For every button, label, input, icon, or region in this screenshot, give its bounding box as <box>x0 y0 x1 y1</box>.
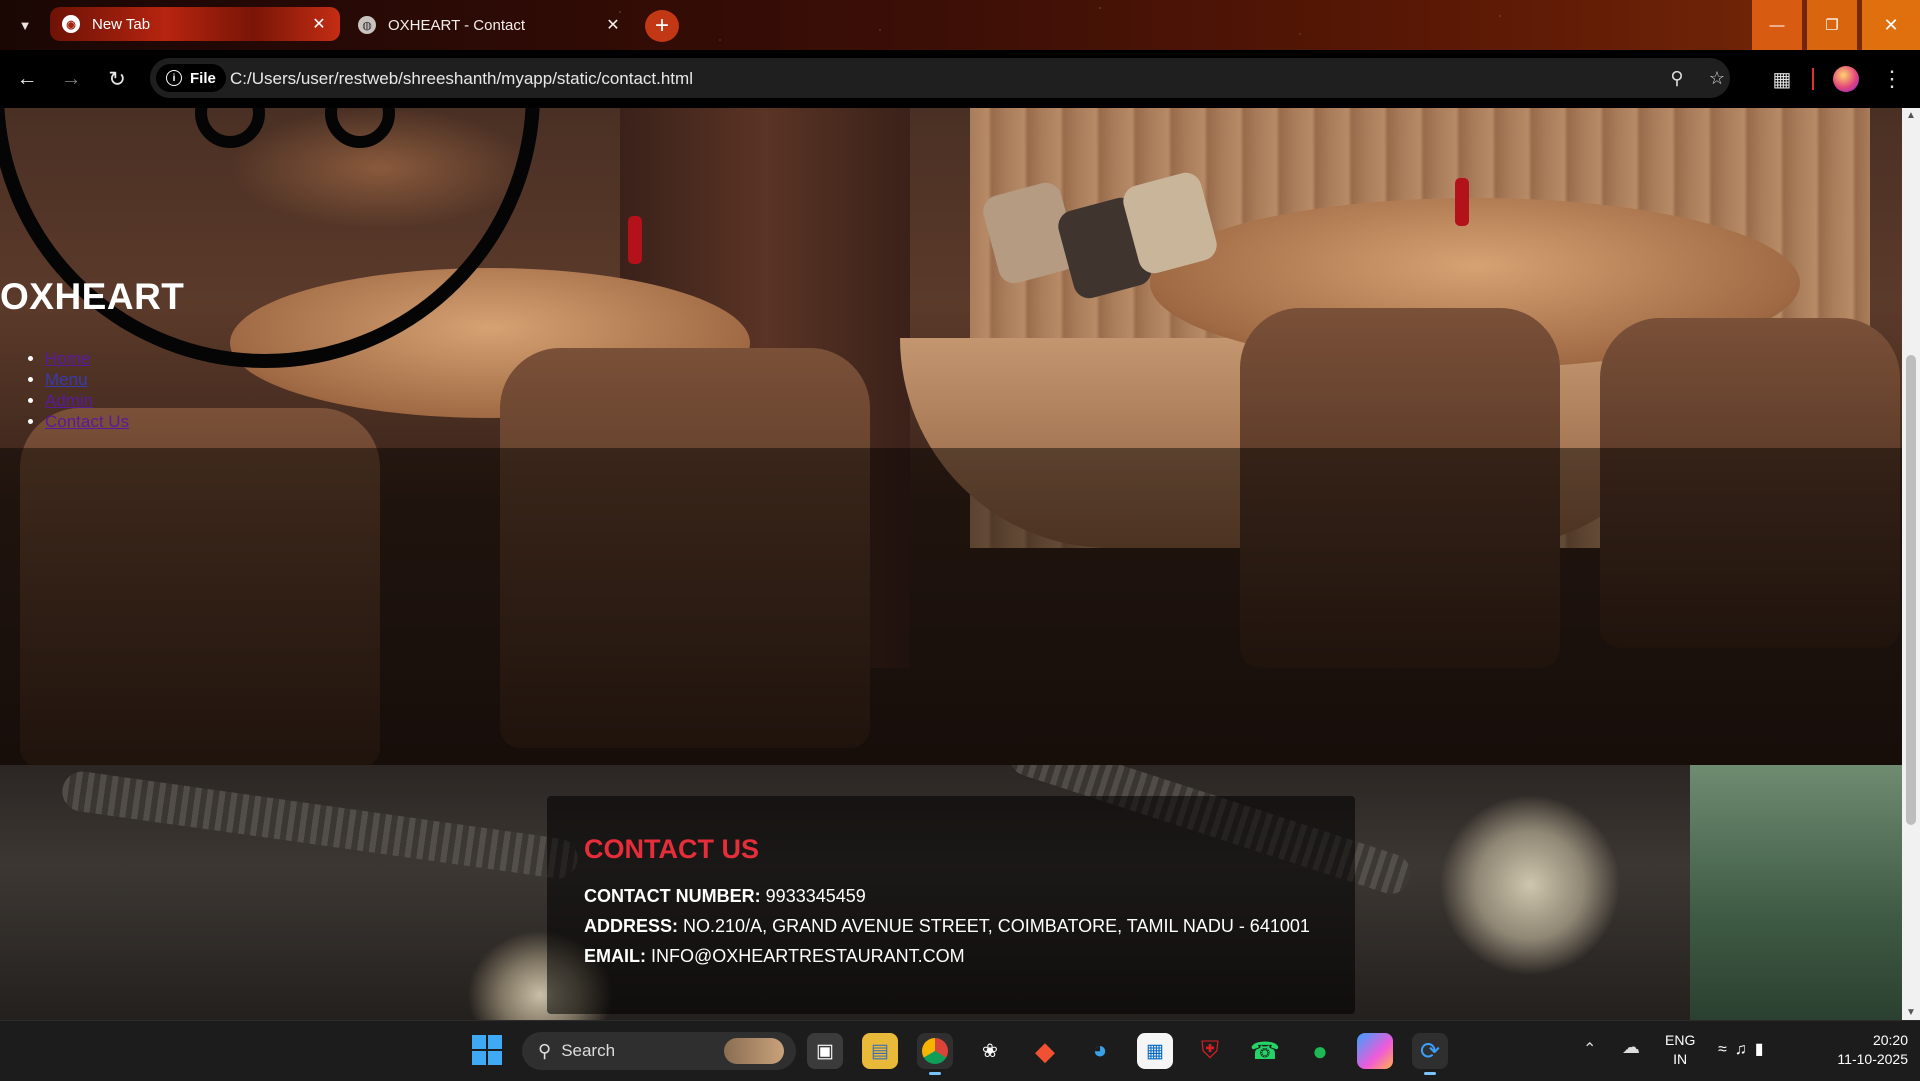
close-icon[interactable]: ✕ <box>604 16 622 34</box>
nav-link-menu[interactable]: Menu <box>45 370 88 389</box>
tab-new-tab[interactable]: ◉ New Tab ✕ <box>50 7 340 41</box>
system-clock[interactable]: 20:20 11-10-2025 <box>1808 1031 1908 1069</box>
search-placeholder: Search <box>561 1041 616 1060</box>
email-label: EMAIL: <box>584 946 646 966</box>
site-brand-title: OXHEART <box>0 276 185 317</box>
restore-icon[interactable]: ❐ <box>1807 0 1857 50</box>
nav-item-menu: Menu <box>45 369 129 390</box>
battery-icon: ▮ <box>1754 1041 1772 1058</box>
plus-icon[interactable]: + <box>645 10 679 42</box>
tab-title: New Tab <box>92 15 151 33</box>
scrollbar-thumb[interactable] <box>1906 355 1916 825</box>
hero-overlay <box>0 448 1902 765</box>
copilot-icon[interactable] <box>1357 1033 1393 1069</box>
spotify-icon[interactable]: ● <box>1302 1033 1338 1069</box>
close-icon[interactable]: ✕ <box>310 15 328 33</box>
contact-address: ADDRESS: NO.210/A, GRAND AVENUE STREET, … <box>584 916 1310 937</box>
git-icon[interactable]: ◆ <box>1027 1033 1063 1069</box>
contact-email: EMAIL: INFO@OXHEARTRESTAURANT.COM <box>584 946 965 967</box>
reload-icon[interactable]: ↻ <box>102 64 132 94</box>
vscode-icon[interactable]: ⟳ <box>1412 1033 1448 1075</box>
arrow-left-icon[interactable]: ← <box>12 64 42 94</box>
toolbar-divider <box>1812 68 1814 90</box>
wifi-icon: ≈ <box>1718 1041 1735 1058</box>
avatar[interactable] <box>1833 66 1859 92</box>
site-chip-label: File <box>190 69 216 87</box>
windows-taskbar: ⚲ Search ▣ ▤ ❀ ◆ ◕ ▦ ⛨ ☎ ● ⟳ ⌃ ☁ ENG IN … <box>0 1020 1920 1081</box>
microsoft-store-icon[interactable]: ▦ <box>1137 1033 1173 1069</box>
site-info-chip[interactable]: i File <box>156 64 226 92</box>
globe-icon: ◍ <box>358 16 376 34</box>
kebab-menu-icon[interactable]: ⋮ <box>1880 64 1904 94</box>
star-icon[interactable]: ☆ <box>1705 66 1729 90</box>
edge-icon[interactable]: ◕ <box>1082 1033 1118 1069</box>
search-highlight-image <box>724 1038 784 1064</box>
clock-time: 20:20 <box>1872 1032 1908 1048</box>
window-view <box>1690 765 1902 1020</box>
tab-title: OXHEART - Contact <box>388 16 525 34</box>
ceiling-duct <box>59 769 581 881</box>
url-text[interactable]: C:/Users/user/restweb/shreeshanth/myapp/… <box>230 69 693 89</box>
pepper-mill <box>628 216 642 264</box>
input-language[interactable]: ENG IN <box>1665 1031 1695 1069</box>
nav-link-contact[interactable]: Contact Us <box>45 412 129 431</box>
chrome-icon[interactable] <box>917 1033 953 1075</box>
address-label: ADDRESS: <box>584 916 679 936</box>
windows-start-icon[interactable] <box>472 1035 504 1067</box>
minimize-icon[interactable]: — <box>1752 0 1802 50</box>
contact-heading: CONTACT US <box>584 834 759 864</box>
phone-value: 9933345459 <box>765 886 866 906</box>
email-value: INFO@OXHEARTRESTAURANT.COM <box>651 946 965 966</box>
nav-link-home[interactable]: Home <box>45 349 90 368</box>
puzzle-icon[interactable]: ▦ <box>1768 64 1796 94</box>
region-code: IN <box>1673 1051 1688 1067</box>
search-icon: ⚲ <box>538 1040 552 1061</box>
pepper-mill <box>1455 178 1469 226</box>
tab-oxheart-contact[interactable]: ◍ OXHEART - Contact ✕ <box>346 7 634 43</box>
site-nav: Home Menu Admin Contact Us <box>23 348 129 432</box>
chevron-up-icon[interactable]: ⌃ <box>1583 1039 1596 1059</box>
file-explorer-icon[interactable]: ▤ <box>862 1033 898 1069</box>
close-window-icon[interactable]: ✕ <box>1862 0 1920 50</box>
nav-item-home: Home <box>45 348 129 369</box>
browser-toolbar: ← → ↻ i File C:/Users/user/restweb/shree… <box>0 50 1920 108</box>
taskbar-search[interactable]: ⚲ Search <box>522 1032 796 1070</box>
volume-icon: ♫ <box>1734 1041 1755 1058</box>
phone-label: CONTACT NUMBER: <box>584 886 761 906</box>
nav-item-admin: Admin <box>45 390 129 411</box>
chevron-down-icon[interactable]: ▼ <box>10 11 40 39</box>
address-value: NO.210/A, GRAND AVENUE STREET, COIMBATOR… <box>683 916 1310 936</box>
mcafee-icon[interactable]: ⛨ <box>1192 1033 1228 1069</box>
logo-mark <box>185 108 395 158</box>
language-code: ENG <box>1665 1032 1696 1048</box>
scroll-up-icon[interactable]: ▲ <box>1906 110 1916 121</box>
address-bar[interactable]: i File C:/Users/user/restweb/shreeshanth… <box>150 58 1730 98</box>
nav-link-admin[interactable]: Admin <box>45 391 93 410</box>
contact-phone: CONTACT NUMBER: 9933345459 <box>584 886 866 907</box>
hero-background-image <box>0 108 1902 765</box>
info-icon: i <box>166 70 182 86</box>
clock-date: 11-10-2025 <box>1837 1051 1908 1067</box>
task-view-icon[interactable]: ▣ <box>807 1033 843 1069</box>
zoom-icon[interactable]: ⚲ <box>1665 66 1689 90</box>
page-scrollbar[interactable]: ▲ ▼ <box>1902 108 1920 1020</box>
chatgpt-icon[interactable]: ❀ <box>972 1033 1008 1069</box>
onedrive-cloud-icon[interactable]: ☁ <box>1622 1037 1640 1058</box>
tab-bar: ▼ ◉ New Tab ✕ ◍ OXHEART - Contact ✕ + — … <box>0 0 1920 50</box>
system-tray-icons[interactable]: ≈♫▮ <box>1718 1039 1772 1059</box>
whatsapp-icon[interactable]: ☎ <box>1247 1033 1283 1069</box>
chrome-icon: ◉ <box>62 15 80 33</box>
scroll-down-icon[interactable]: ▼ <box>1906 1007 1916 1018</box>
nav-item-contact: Contact Us <box>45 411 129 432</box>
arrow-right-icon[interactable]: → <box>56 64 86 94</box>
